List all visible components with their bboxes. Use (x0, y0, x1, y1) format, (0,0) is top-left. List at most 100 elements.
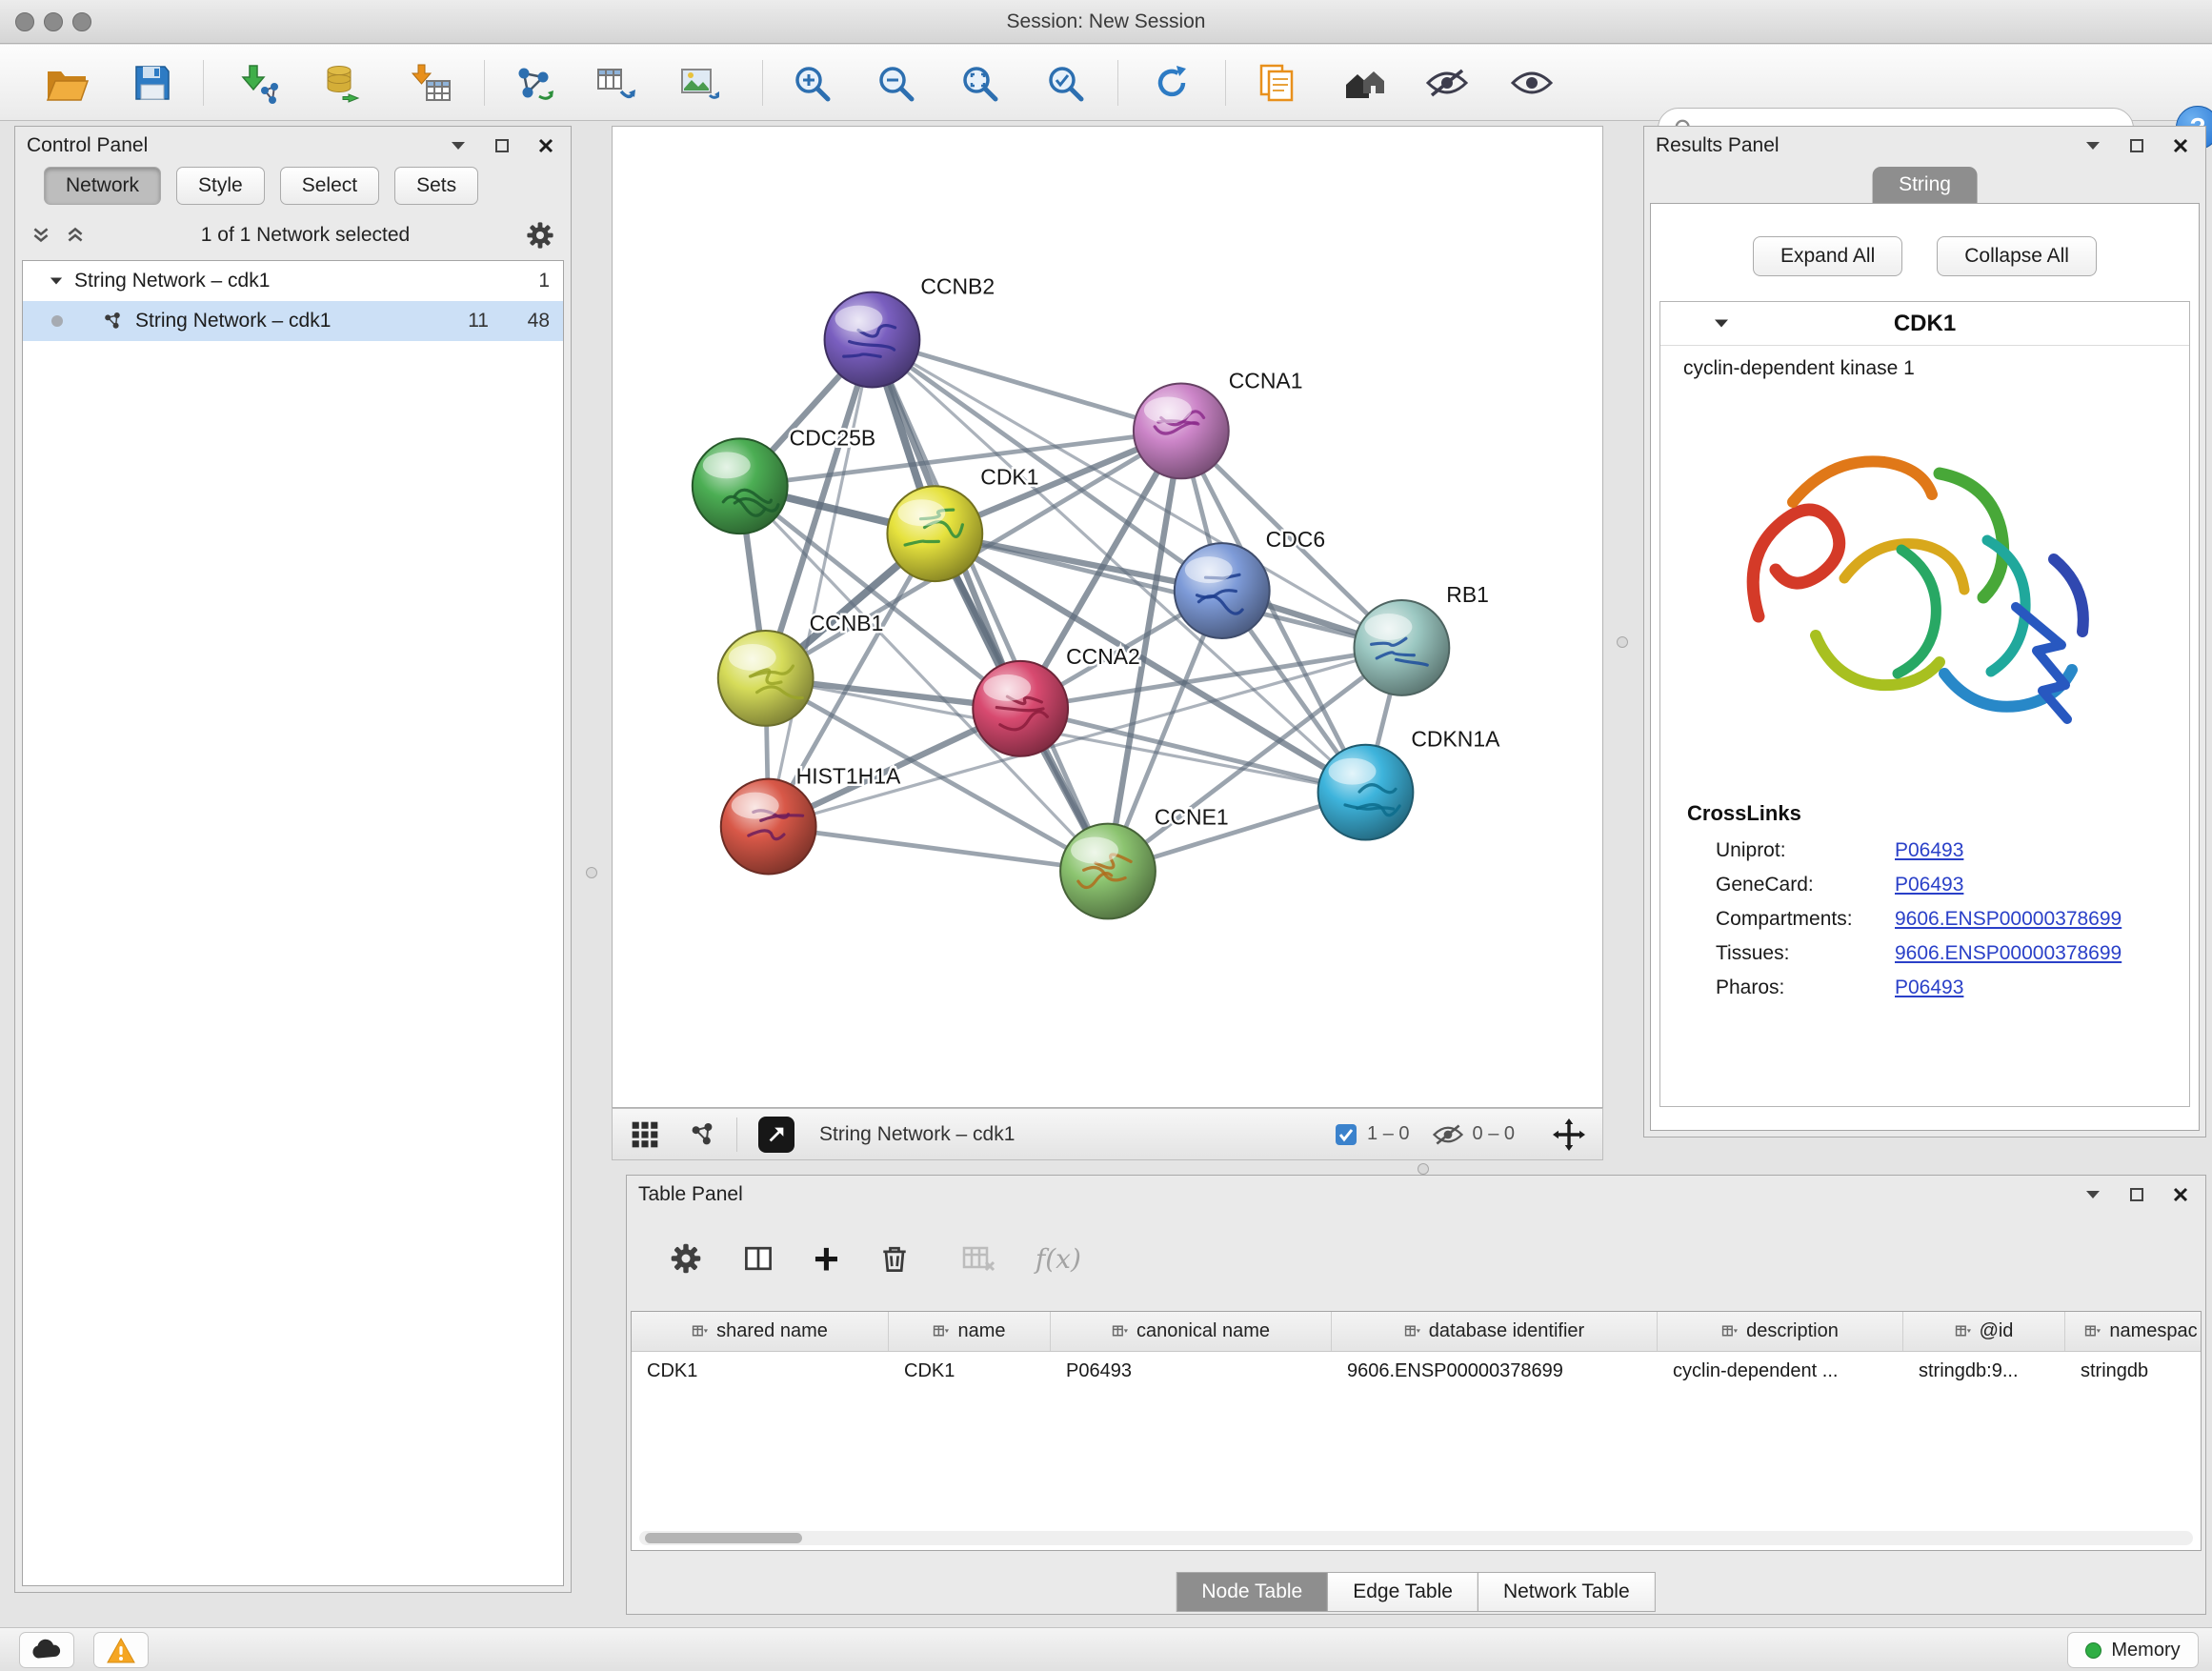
network-node-CDKN1A[interactable]: CDKN1A (1318, 727, 1501, 840)
node-label-CCNA2: CCNA2 (1066, 644, 1140, 669)
panel-float-icon[interactable] (494, 138, 510, 153)
panel-resize-handle[interactable] (586, 867, 597, 878)
panel-close-icon[interactable] (2173, 138, 2188, 153)
network-node-RB1[interactable]: RB1 (1354, 582, 1488, 695)
gear-icon[interactable] (525, 220, 555, 251)
panel-float-icon[interactable] (2129, 1187, 2144, 1202)
panel-float-icon[interactable] (2129, 138, 2144, 153)
protein-section: CDK1 cyclin-dependent kinase 1 CrossLin (1659, 301, 2190, 1107)
gear-icon[interactable] (669, 1241, 703, 1276)
hide-details-button[interactable] (1418, 53, 1477, 112)
import-table-button[interactable] (401, 53, 460, 112)
clipboard-document-button[interactable] (1247, 53, 1306, 112)
selected-counts: 1 – 0 (1367, 1123, 1409, 1145)
memory-button[interactable]: Memory (2067, 1632, 2199, 1668)
tab-string[interactable]: String (1872, 167, 1978, 203)
crosslink-row: Pharos:P06493 (1660, 971, 2189, 1005)
zoom-fit-button[interactable] (950, 53, 1009, 112)
birds-eye-view-icon[interactable] (687, 1119, 717, 1150)
export-view-button[interactable] (758, 1117, 794, 1153)
network-node-HIST1H1A[interactable]: HIST1H1A (721, 764, 901, 875)
table-row[interactable]: CDK1CDK1P064939606.ENSP00000378699cyclin… (632, 1352, 2201, 1390)
new-network-button[interactable] (504, 53, 563, 112)
panel-close-icon[interactable] (538, 138, 553, 153)
trash-icon[interactable] (877, 1241, 912, 1276)
tab-network-table[interactable]: Network Table (1478, 1572, 1656, 1612)
add-row-icon[interactable]: + (814, 1241, 839, 1276)
table-body: CDK1CDK1P064939606.ENSP00000378699cyclin… (632, 1352, 2201, 1390)
zoom-selected-button[interactable] (1036, 53, 1095, 112)
import-network-file-button[interactable] (230, 53, 289, 112)
network-collection-row[interactable]: String Network – cdk1 1 (23, 261, 563, 301)
column-label: description (1746, 1320, 1839, 1342)
window-close-button[interactable] (15, 12, 34, 31)
tab-sets[interactable]: Sets (394, 167, 478, 205)
share-network-icon (101, 310, 124, 332)
collapse-all-button[interactable]: Collapse All (1937, 236, 2097, 276)
table-column-header[interactable]: description (1658, 1312, 1903, 1351)
zoom-in-button[interactable] (782, 53, 841, 112)
crosslink-link[interactable]: 9606.ENSP00000378699 (1895, 942, 2122, 965)
section-collapse-icon[interactable] (1714, 318, 1729, 329)
show-details-button[interactable] (1502, 53, 1561, 112)
hidden-eye-slash-icon[interactable] (1433, 1123, 1463, 1146)
warning-button[interactable] (93, 1632, 149, 1668)
scrollbar-thumb[interactable] (645, 1533, 802, 1543)
crosslink-link[interactable]: P06493 (1895, 976, 1963, 999)
new-network-from-table-button[interactable] (586, 53, 645, 112)
table-column-header[interactable]: shared name (632, 1312, 889, 1351)
window-minimize-button[interactable] (44, 12, 63, 31)
toolbar-separator (203, 60, 204, 106)
memory-status-icon (2085, 1642, 2101, 1659)
window-zoom-button[interactable] (72, 12, 91, 31)
table-column-header[interactable]: name (889, 1312, 1051, 1351)
expand-all-button[interactable]: Expand All (1753, 236, 1902, 276)
home-button[interactable] (1335, 53, 1394, 112)
panel-resize-handle[interactable] (1418, 1163, 1429, 1175)
table-column-header[interactable]: namespac (2065, 1312, 2202, 1351)
columns-icon[interactable] (741, 1241, 775, 1276)
network-svg[interactable]: CCNB2CCNA1CDC25BCDK1CDC6RB1CCNB1CCNA2CDK… (613, 127, 1602, 1107)
table-column-header[interactable]: @id (1903, 1312, 2065, 1351)
table-cell: CDK1 (632, 1352, 889, 1390)
crosslink-link[interactable]: P06493 (1895, 839, 1963, 862)
tree-expand-icon[interactable] (50, 276, 63, 286)
refresh-button[interactable] (1142, 53, 1201, 112)
collapse-all-icon[interactable] (30, 225, 51, 246)
tab-edge-table[interactable]: Edge Table (1327, 1572, 1478, 1612)
sort-icon (692, 1323, 708, 1339)
panel-menu-icon[interactable] (451, 141, 466, 151)
open-session-button[interactable] (37, 53, 96, 112)
network-node-CDK1[interactable]: CDK1 (887, 464, 1038, 581)
save-session-button[interactable] (123, 53, 182, 112)
expand-all-icon[interactable] (65, 225, 86, 246)
panel-menu-icon[interactable] (2085, 1190, 2101, 1199)
crosshair-icon[interactable] (1553, 1118, 1585, 1151)
panel-close-icon[interactable] (2173, 1187, 2188, 1202)
network-row[interactable]: String Network – cdk1 11 48 (23, 301, 563, 341)
export-image-button[interactable] (670, 53, 729, 112)
table-toolbar: + f(x) (627, 1214, 2205, 1288)
grid-view-icon[interactable] (630, 1119, 660, 1150)
zoom-out-button[interactable] (866, 53, 925, 112)
import-network-database-button[interactable] (313, 53, 372, 112)
tab-select[interactable]: Select (280, 167, 379, 205)
panel-menu-icon[interactable] (2085, 141, 2101, 151)
tab-node-table[interactable]: Node Table (1176, 1572, 1328, 1612)
cloud-button[interactable] (19, 1632, 74, 1668)
table-panel: Table Panel + f(x) shared namenamecanoni… (626, 1175, 2206, 1615)
table-column-header[interactable]: database identifier (1332, 1312, 1658, 1351)
crosslink-link[interactable]: P06493 (1895, 874, 1963, 896)
network-node-CCNA1[interactable]: CCNA1 (1134, 368, 1303, 478)
network-view-canvas[interactable]: CCNB2CCNA1CDC25BCDK1CDC6RB1CCNB1CCNA2CDK… (612, 126, 1603, 1108)
table-column-header[interactable]: canonical name (1051, 1312, 1332, 1351)
table-cell: stringdb:9... (1903, 1352, 2065, 1390)
network-selection-status: 1 of 1 Network selected (99, 224, 512, 247)
selected-checkbox-icon[interactable] (1335, 1123, 1357, 1146)
panel-resize-handle[interactable] (1617, 636, 1628, 648)
tab-style[interactable]: Style (176, 167, 265, 205)
network-label: String Network – cdk1 (135, 310, 428, 332)
tab-network[interactable]: Network (44, 167, 161, 205)
table-horizontal-scrollbar[interactable] (639, 1531, 2193, 1545)
crosslink-link[interactable]: 9606.ENSP00000378699 (1895, 908, 2122, 931)
